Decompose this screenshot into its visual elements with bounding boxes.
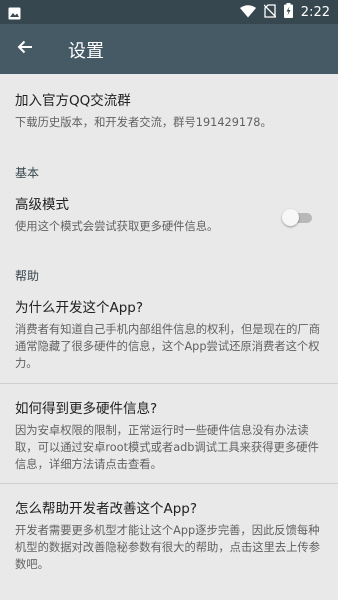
advanced-mode-summary: 使用这个模式会尝试获取更多硬件信息。 (15, 220, 219, 233)
join-qq-group-summary: 下载历史版本，和开发者交流，群号191429178。 (15, 116, 272, 129)
category-basic: 基本 (15, 166, 40, 180)
battery-charging-icon (283, 3, 293, 22)
help-improve-title: 怎么帮助开发者改善这个App? (15, 501, 198, 517)
why-develop-item[interactable]: 为什么开发这个App? 消费者有知道自己手机内部组件信息的权利，但是现在的厂商通… (15, 299, 325, 372)
help-improve-item[interactable]: 怎么帮助开发者改善这个App? 开发者需要更多机型才能让这个App逐步完善，因此… (15, 500, 325, 573)
no-sim-icon (263, 3, 277, 22)
more-hardware-info-summary: 因为安卓权限的限制，正常运行时一些硬件信息没有办法读取，可以通过安卓root模式… (15, 424, 319, 471)
why-develop-summary: 消费者有知道自己手机内部组件信息的权利，但是现在的厂商通常隐藏了很多硬件的信息，… (15, 323, 321, 370)
advanced-mode-switch[interactable] (282, 207, 316, 229)
switch-thumb (282, 209, 299, 226)
page-title: 设置 (68, 41, 104, 62)
arrow-back-icon (17, 39, 33, 59)
app-bar: 设置 (0, 24, 338, 74)
divider (0, 483, 338, 484)
wifi-icon (239, 3, 256, 22)
settings-list: 加入官方QQ交流群 下载历史版本，和开发者交流，群号191429178。 基本 … (0, 74, 338, 600)
why-develop-title: 为什么开发这个App? (15, 300, 144, 316)
gallery-notification-icon (8, 5, 21, 24)
advanced-mode-item[interactable]: 高级模式 使用这个模式会尝试获取更多硬件信息。 (15, 196, 270, 235)
more-hardware-info-item[interactable]: 如何得到更多硬件信息? 因为安卓权限的限制，正常运行时一些硬件信息没有办法读取，… (15, 400, 325, 473)
category-help: 帮助 (15, 269, 40, 283)
more-hardware-info-title: 如何得到更多硬件信息? (15, 401, 158, 417)
help-improve-summary: 开发者需要更多机型才能让这个App逐步完善，因此反馈每种机型的数据对改善隐秘参数… (15, 524, 321, 571)
back-button[interactable] (10, 34, 40, 64)
join-qq-group-item[interactable]: 加入官方QQ交流群 下载历史版本，和开发者交流，群号191429178。 (15, 92, 325, 131)
status-bar: 2:22 (0, 0, 338, 24)
advanced-mode-title: 高级模式 (15, 197, 69, 213)
divider (0, 383, 338, 384)
status-time: 2:22 (300, 5, 330, 20)
join-qq-group-title: 加入官方QQ交流群 (15, 93, 131, 109)
